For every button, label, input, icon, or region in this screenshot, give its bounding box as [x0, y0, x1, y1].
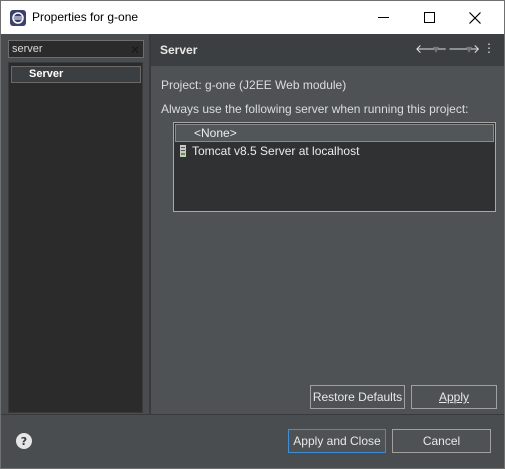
close-button[interactable]	[452, 1, 498, 34]
page-title: Server	[160, 43, 198, 57]
forward-dropdown-icon[interactable]: ▼	[466, 45, 472, 61]
properties-dialog: Properties for g-one server ✕ Server Ser…	[0, 0, 505, 469]
close-icon	[469, 11, 481, 24]
apply-button[interactable]: Apply	[411, 385, 497, 409]
list-item-label: <None>	[194, 126, 237, 140]
clear-icon[interactable]: ✕	[130, 43, 140, 57]
property-page-tree: Server	[8, 62, 143, 413]
tree-item-server[interactable]: Server	[11, 66, 141, 83]
apply-and-close-button[interactable]: Apply and Close	[288, 429, 386, 453]
maximize-button[interactable]	[406, 1, 452, 34]
page-header: Server 🡐 ▼ 🡒 ▼ ⋮	[151, 34, 504, 66]
list-item-label: Tomcat v8.5 Server at localhost	[192, 144, 360, 158]
forward-arrow-icon[interactable]: 🡒	[448, 41, 480, 57]
filter-text[interactable]: server	[12, 43, 43, 55]
minimize-button[interactable]	[360, 1, 406, 34]
dialog-footer: ? Apply and Close Cancel	[1, 415, 504, 468]
instruction-label: Always use the following server when run…	[161, 102, 469, 116]
server-icon	[180, 145, 186, 157]
filter-input[interactable]: server ✕	[8, 40, 144, 58]
back-arrow-icon[interactable]: 🡐	[415, 41, 447, 57]
list-item-tomcat[interactable]: Tomcat v8.5 Server at localhost	[175, 143, 494, 161]
server-list[interactable]: <None> Tomcat v8.5 Server at localhost	[173, 122, 496, 212]
tree-item-label: Server	[29, 68, 64, 80]
project-label: Project: g-one (J2EE Web module)	[161, 78, 347, 92]
minimize-icon	[377, 17, 389, 18]
window-title: Properties for g-one	[32, 10, 139, 24]
title-bar: Properties for g-one	[1, 1, 504, 34]
help-icon[interactable]: ?	[16, 433, 32, 449]
apply-button-label: Apply	[438, 390, 470, 404]
right-pane: Server 🡐 ▼ 🡒 ▼ ⋮ Project: g-one (J2EE We…	[151, 34, 504, 414]
left-pane: server ✕ Server	[6, 36, 145, 413]
view-menu-icon[interactable]: ⋮	[483, 41, 495, 57]
cancel-button[interactable]: Cancel	[392, 429, 491, 453]
list-item-none[interactable]: <None>	[175, 124, 494, 142]
back-dropdown-icon[interactable]: ▼	[433, 45, 439, 61]
restore-defaults-button[interactable]: Restore Defaults	[310, 385, 405, 409]
eclipse-app-icon	[10, 10, 26, 26]
maximize-icon	[423, 12, 435, 23]
